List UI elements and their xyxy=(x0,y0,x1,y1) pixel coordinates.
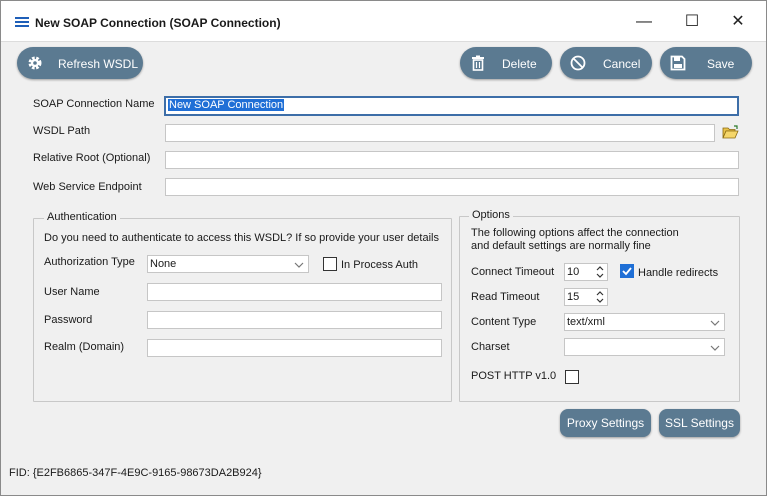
connect-timeout-value: 10 xyxy=(567,266,580,278)
cancel-label: Cancel xyxy=(603,57,641,71)
options-legend: Options xyxy=(469,209,513,221)
handle-redirects-label: Handle redirects xyxy=(638,267,719,279)
connect-timeout-label: Connect Timeout xyxy=(471,266,555,278)
read-timeout-value: 15 xyxy=(567,291,580,303)
relative-root-input[interactable] xyxy=(165,151,739,169)
web-service-endpoint-label: Web Service Endpoint xyxy=(33,181,142,193)
realm-label: Realm (Domain) xyxy=(44,341,125,353)
delete-label: Delete xyxy=(502,57,537,71)
authorization-type-value: None xyxy=(150,258,177,270)
user-name-label: User Name xyxy=(44,286,100,298)
close-button[interactable]: ✕ xyxy=(723,9,753,35)
options-description-line1: The following options affect the connect… xyxy=(471,227,679,239)
read-timeout-stepper[interactable]: 15 xyxy=(564,288,608,306)
in-process-auth-label: In Process Auth xyxy=(341,259,419,271)
content-type-select[interactable]: text/xml xyxy=(564,313,725,331)
refresh-wsdl-button[interactable]: Refresh WSDL xyxy=(17,47,143,79)
gear-icon xyxy=(28,56,42,70)
wsdl-path-label: WSDL Path xyxy=(33,125,91,137)
post-http-checkbox[interactable] xyxy=(565,370,579,384)
connect-timeout-stepper[interactable]: 10 xyxy=(564,263,608,281)
relative-root-label: Relative Root (Optional) xyxy=(33,152,151,164)
ssl-settings-button[interactable]: SSL Settings xyxy=(659,409,740,437)
authentication-group: Authentication xyxy=(33,211,452,402)
cancel-icon xyxy=(570,55,586,71)
authorization-type-label: Authorization Type xyxy=(44,256,135,268)
floppy-disk-icon xyxy=(670,55,686,71)
charset-label: Charset xyxy=(471,341,510,353)
authorization-type-select[interactable]: None xyxy=(147,255,309,273)
checkmark-icon xyxy=(622,267,632,276)
chevron-down-icon xyxy=(710,345,720,351)
chevron-down-icon xyxy=(710,320,720,326)
spin-arrows-icon[interactable] xyxy=(595,290,605,304)
maximize-button[interactable]: ☐ xyxy=(677,9,707,35)
connection-name-label: SOAP Connection Name xyxy=(33,98,155,110)
password-input[interactable] xyxy=(147,311,442,329)
read-timeout-label: Read Timeout xyxy=(471,291,540,303)
authentication-prompt: Do you need to authenticate to access th… xyxy=(44,232,439,244)
window-title: New SOAP Connection (SOAP Connection) xyxy=(35,16,281,30)
dialog-body: Refresh WSDL Delete Cancel Save SOAP Con… xyxy=(9,43,760,461)
content-type-label: Content Type xyxy=(471,316,537,328)
chevron-down-icon xyxy=(294,262,304,268)
wsdl-path-input[interactable] xyxy=(165,124,715,142)
post-http-label: POST HTTP v1.0 xyxy=(471,370,557,382)
save-button[interactable]: Save xyxy=(660,47,752,79)
save-label: Save xyxy=(707,57,735,71)
password-label: Password xyxy=(44,314,93,326)
refresh-wsdl-label: Refresh WSDL xyxy=(58,57,139,71)
dialog-window: New SOAP Connection (SOAP Connection) — … xyxy=(0,0,767,496)
user-name-input[interactable] xyxy=(147,283,442,301)
charset-select[interactable] xyxy=(564,338,725,356)
realm-input[interactable] xyxy=(147,339,442,357)
proxy-settings-button[interactable]: Proxy Settings xyxy=(560,409,651,437)
connection-name-value: New SOAP Connection xyxy=(168,99,285,111)
spin-arrows-icon[interactable] xyxy=(595,265,605,279)
title-bar: New SOAP Connection (SOAP Connection) — … xyxy=(1,1,766,42)
folder-open-icon[interactable] xyxy=(722,125,739,140)
handle-redirects-checkbox[interactable] xyxy=(620,264,634,278)
fid-status-text: FID: {E2FB6865-347F-4E9C-9165-98673DA2B9… xyxy=(9,467,262,479)
delete-button[interactable]: Delete xyxy=(460,47,552,79)
connection-name-input[interactable]: New SOAP Connection xyxy=(164,96,739,116)
web-service-endpoint-input[interactable] xyxy=(165,178,739,196)
trash-icon xyxy=(472,55,484,71)
in-process-auth-checkbox[interactable] xyxy=(323,257,337,271)
content-type-value: text/xml xyxy=(567,316,605,328)
cancel-button[interactable]: Cancel xyxy=(560,47,652,79)
options-description-line2: and default settings are normally fine xyxy=(471,240,651,252)
minimize-button[interactable]: — xyxy=(629,9,659,35)
app-menu-icon[interactable] xyxy=(15,17,29,27)
authentication-legend: Authentication xyxy=(44,211,120,223)
